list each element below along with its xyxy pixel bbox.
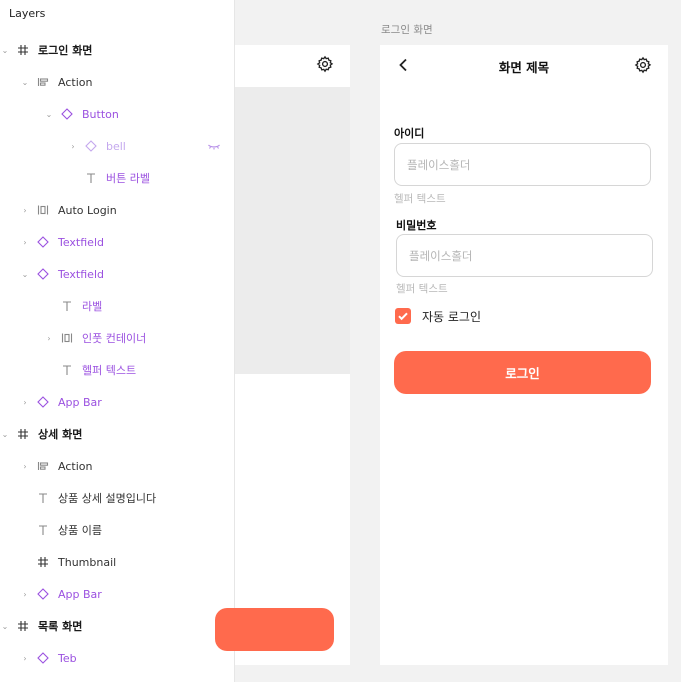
gear-icon[interactable] xyxy=(316,55,334,77)
id-field-label: 아이디 xyxy=(394,127,425,140)
check-icon xyxy=(398,312,408,321)
auto-login-label[interactable]: 자동 로그인 xyxy=(422,308,481,325)
action-button[interactable] xyxy=(215,608,334,651)
horizontal-stack-icon xyxy=(36,459,50,473)
layer-name: App Bar xyxy=(58,395,102,409)
layer-name: 로그인 화면 xyxy=(38,44,93,57)
layer-row[interactable]: › bell xyxy=(0,130,234,162)
layer-name: 인풋 컨테이너 xyxy=(82,332,147,345)
text-t-icon xyxy=(60,363,74,377)
chevron-down-icon[interactable]: ⌄ xyxy=(20,270,30,279)
component-diamond-icon xyxy=(36,395,50,409)
chevron-down-icon[interactable]: ⌄ xyxy=(20,78,30,87)
chevron-right-icon[interactable]: › xyxy=(20,206,30,215)
detail-screen-frame[interactable] xyxy=(215,45,350,665)
app-bar-title: 화면 제목 xyxy=(498,60,550,75)
id-input[interactable]: 플레이스홀더 xyxy=(394,143,651,186)
layer-row[interactable]: › 인풋 컨테이너 xyxy=(0,322,234,354)
chevron-down-icon[interactable]: ⌄ xyxy=(0,430,10,439)
layer-name: Auto Login xyxy=(58,203,117,217)
horizontal-stack-icon xyxy=(36,75,50,89)
layer-name: 상세 화면 xyxy=(38,428,83,441)
password-field-label: 비밀번호 xyxy=(396,219,437,232)
frame-hash-icon xyxy=(16,619,30,633)
layer-name: Thumbnail xyxy=(58,555,117,569)
chevron-right-icon[interactable]: › xyxy=(20,398,30,407)
chevron-right-icon[interactable]: › xyxy=(20,462,30,471)
layer-row[interactable]: ⌄ 상세 화면 xyxy=(0,418,234,450)
chevron-right-icon[interactable]: › xyxy=(20,238,30,247)
layer-row[interactable]: 상품 상세 설명입니다 xyxy=(0,482,234,514)
frame-hash-icon xyxy=(16,43,30,57)
layer-row[interactable]: 상품 이름 xyxy=(0,514,234,546)
id-helper-text: 헬퍼 텍스트 xyxy=(394,193,446,205)
component-diamond-icon xyxy=(36,587,50,601)
layer-row[interactable]: › Teb xyxy=(0,642,234,674)
layer-row[interactable]: › Action xyxy=(0,450,234,482)
layer-row[interactable]: › Auto Login xyxy=(0,194,234,226)
layer-name: Textfield xyxy=(58,267,104,281)
layer-name: 버튼 라벨 xyxy=(106,172,150,185)
layer-row[interactable]: ⌄ Action xyxy=(0,66,234,98)
layer-name: 라벨 xyxy=(82,300,103,313)
layer-name: Button xyxy=(82,107,119,121)
layer-row[interactable]: › App Bar xyxy=(0,386,234,418)
chevron-down-icon[interactable]: ⌄ xyxy=(0,622,10,631)
auto-login-checkbox[interactable] xyxy=(395,308,411,324)
layer-row[interactable]: ⌄ 로그인 화면 xyxy=(0,34,234,66)
layer-name: 상품 이름 xyxy=(58,524,102,537)
component-diamond-icon xyxy=(60,107,74,121)
auto-layout-icon xyxy=(36,203,50,217)
frame-hash-icon xyxy=(16,427,30,441)
thumbnail-area xyxy=(235,87,350,374)
layer-name: Action xyxy=(58,459,93,473)
layer-row[interactable]: ⌄ Textfield xyxy=(0,258,234,290)
chevron-down-icon[interactable]: ⌄ xyxy=(0,46,10,55)
layer-name: Teb xyxy=(58,651,77,665)
text-t-icon xyxy=(36,491,50,505)
chevron-right-icon[interactable]: › xyxy=(44,334,54,343)
component-diamond-icon xyxy=(84,139,98,153)
layer-name: 상품 상세 설명입니다 xyxy=(58,492,157,505)
layer-name: 목록 화면 xyxy=(38,620,83,633)
chevron-right-icon[interactable]: › xyxy=(20,590,30,599)
layer-name: Action xyxy=(58,75,93,89)
layers-panel: Layers ⌄ 로그인 화면 ⌄ Action ⌄ Button › bell 버튼 라벨 › A… xyxy=(0,0,235,682)
chevron-right-icon[interactable]: › xyxy=(68,142,78,151)
layers-title: Layers xyxy=(9,7,46,20)
layer-row[interactable]: ⌄ Button xyxy=(0,98,234,130)
layer-row[interactable]: ⌄ 목록 화면 xyxy=(0,610,234,642)
text-t-icon xyxy=(36,523,50,537)
frame-label[interactable]: 로그인 화면 xyxy=(381,22,433,37)
login-screen-frame: 화면 제목 아이디 플레이스홀더 헬퍼 텍스트 비밀번호 플레이스홀더 헬퍼 텍… xyxy=(380,45,668,665)
eye-closed-icon[interactable] xyxy=(207,139,221,153)
frame-hash-icon xyxy=(36,555,50,569)
chevron-right-icon[interactable]: › xyxy=(20,654,30,663)
layer-row[interactable]: Thumbnail xyxy=(0,546,234,578)
gear-icon[interactable] xyxy=(634,56,652,78)
layer-row[interactable]: 버튼 라벨 xyxy=(0,162,234,194)
layer-row[interactable]: › Textfield xyxy=(0,226,234,258)
layer-name: App Bar xyxy=(58,587,102,601)
component-diamond-icon xyxy=(36,235,50,249)
layer-name: 헬퍼 텍스트 xyxy=(82,364,137,377)
auto-layout-icon xyxy=(60,331,74,345)
login-button[interactable]: 로그인 xyxy=(394,351,651,394)
layer-name: bell xyxy=(106,139,126,153)
layer-name: Textfield xyxy=(58,235,104,249)
text-t-icon xyxy=(84,171,98,185)
text-t-icon xyxy=(60,299,74,313)
password-input[interactable]: 플레이스홀더 xyxy=(396,234,653,277)
layer-row[interactable]: 라벨 xyxy=(0,290,234,322)
component-diamond-icon xyxy=(36,267,50,281)
layer-row[interactable]: › App Bar xyxy=(0,578,234,610)
layer-row[interactable]: 헬퍼 텍스트 xyxy=(0,354,234,386)
password-helper-text: 헬퍼 텍스트 xyxy=(396,283,448,295)
component-diamond-icon xyxy=(36,651,50,665)
chevron-down-icon[interactable]: ⌄ xyxy=(44,110,54,119)
